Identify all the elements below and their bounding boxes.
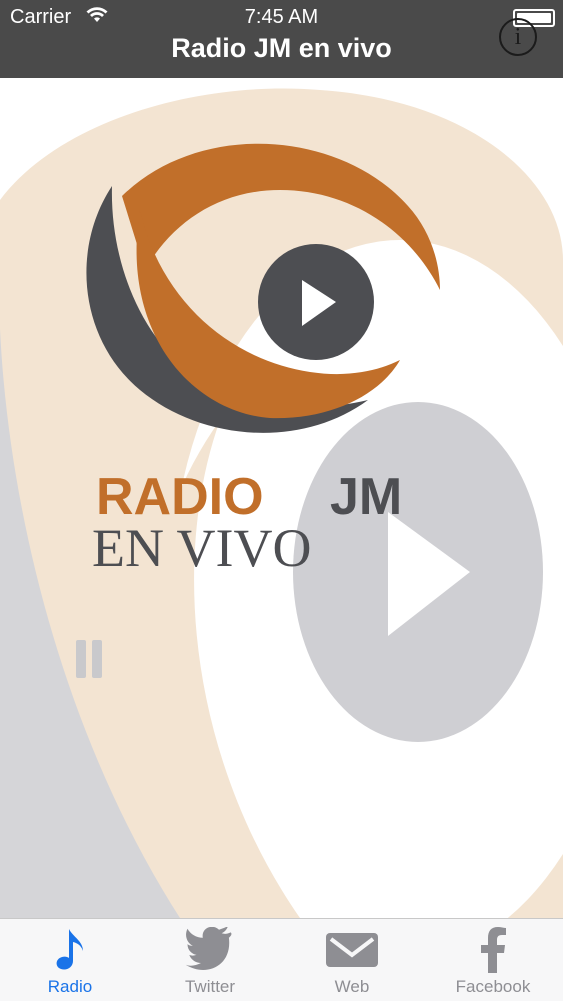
logo-jm-text: JM [330,468,402,526]
logo-text: RADIO JM EN VIVO [92,468,402,578]
facebook-icon [481,927,506,973]
pause-bar-left [76,640,86,678]
tab-twitter[interactable]: Twitter [140,919,280,1001]
envelope-icon [326,933,378,967]
tab-bar: Radio Twitter Web Facebook [0,918,563,1001]
tab-label-radio: Radio [47,977,93,996]
twitter-bird-icon [185,927,232,970]
logo-envivo-text: EN VIVO [92,518,311,578]
tab-label-web: Web [334,977,370,996]
tab-label-facebook: Facebook [455,977,531,996]
pause-button[interactable] [72,640,106,680]
music-note-icon [56,929,83,970]
nav-bar: Radio JM en vivo i [0,18,563,78]
tab-radio[interactable]: Radio [0,919,140,1001]
player-area: RADIO JM EN VIVO [0,78,563,918]
pause-bar-right [92,640,102,678]
info-icon[interactable]: i [499,18,537,56]
tab-label-twitter: Twitter [184,977,236,996]
page-title: Radio JM en vivo [171,33,392,63]
tab-web[interactable]: Web [282,919,422,1001]
tab-facebook[interactable]: Facebook [423,919,563,1001]
